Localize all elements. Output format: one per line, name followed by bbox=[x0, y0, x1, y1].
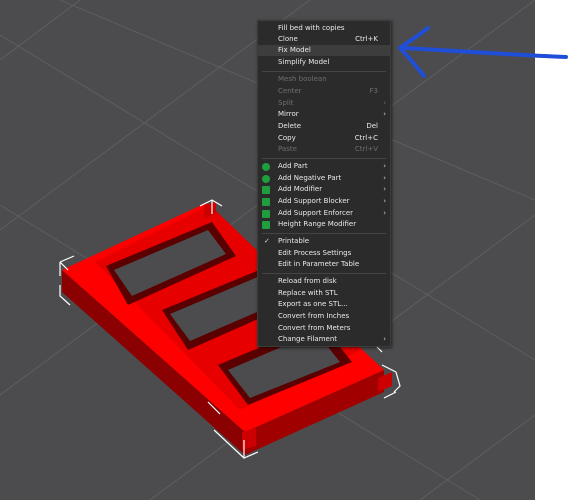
chevron-right-icon: › bbox=[383, 335, 386, 343]
menu-item-add-support-enforcer[interactable]: Add Support Enforcer › bbox=[258, 208, 390, 219]
menu-item-fix-model[interactable]: Fix Model bbox=[258, 45, 390, 56]
3d-viewport[interactable]: Fill bed with copies Clone Ctrl+K Fix Mod… bbox=[0, 0, 535, 500]
menu-item-mirror[interactable]: Mirror › bbox=[258, 109, 390, 120]
menu-item-copy[interactable]: Copy Ctrl+C bbox=[258, 133, 390, 144]
menu-item-height-range-modifier[interactable]: Height Range Modifier bbox=[258, 219, 390, 230]
menu-item-export-stl[interactable]: Export as one STL... bbox=[258, 299, 390, 310]
menu-separator bbox=[262, 71, 386, 72]
menu-item-edit-process-settings[interactable]: Edit Process Settings bbox=[258, 248, 390, 259]
menu-item-center[interactable]: Center F3 bbox=[258, 86, 390, 97]
support-enforcer-icon bbox=[262, 210, 270, 218]
menu-item-add-negative-part[interactable]: Add Negative Part › bbox=[258, 173, 390, 184]
menu-item-split[interactable]: Split › bbox=[258, 98, 390, 109]
menu-item-convert-meters[interactable]: Convert from Meters bbox=[258, 323, 390, 334]
menu-item-reload-from-disk[interactable]: Reload from disk bbox=[258, 276, 390, 287]
add-negative-part-icon bbox=[262, 175, 270, 183]
menu-item-delete[interactable]: Delete Del bbox=[258, 121, 390, 132]
menu-item-paste[interactable]: Paste Ctrl+V bbox=[258, 144, 390, 155]
menu-item-add-support-blocker[interactable]: Add Support Blocker › bbox=[258, 196, 390, 207]
add-modifier-icon bbox=[262, 186, 270, 194]
menu-item-convert-inches[interactable]: Convert from Inches bbox=[258, 311, 390, 322]
chevron-right-icon: › bbox=[383, 185, 386, 193]
menu-item-change-filament[interactable]: Change Filament › bbox=[258, 334, 390, 345]
menu-item-fill-bed[interactable]: Fill bed with copies bbox=[258, 23, 390, 34]
menu-item-edit-parameter-table[interactable]: Edit in Parameter Table bbox=[258, 259, 390, 270]
add-part-icon bbox=[262, 163, 270, 171]
checkmark-icon: ✓ bbox=[264, 237, 270, 245]
chevron-right-icon: › bbox=[383, 110, 386, 118]
chevron-right-icon: › bbox=[383, 162, 386, 170]
chevron-right-icon: › bbox=[383, 99, 386, 107]
menu-item-mesh-boolean[interactable]: Mesh boolean bbox=[258, 74, 390, 85]
menu-item-add-part[interactable]: Add Part › bbox=[258, 161, 390, 172]
chevron-right-icon: › bbox=[383, 209, 386, 217]
menu-item-replace-with-stl[interactable]: Replace with STL bbox=[258, 288, 390, 299]
menu-item-clone[interactable]: Clone Ctrl+K bbox=[258, 34, 390, 45]
menu-item-printable[interactable]: ✓ Printable bbox=[258, 236, 390, 247]
menu-separator bbox=[262, 158, 386, 159]
menu-separator bbox=[262, 233, 386, 234]
height-range-icon bbox=[262, 221, 270, 229]
chevron-right-icon: › bbox=[383, 174, 386, 182]
menu-item-add-modifier[interactable]: Add Modifier › bbox=[258, 184, 390, 195]
menu-item-simplify-model[interactable]: Simplify Model bbox=[258, 57, 390, 68]
chevron-right-icon: › bbox=[383, 197, 386, 205]
context-menu: Fill bed with copies Clone Ctrl+K Fix Mod… bbox=[257, 20, 391, 347]
support-blocker-icon bbox=[262, 198, 270, 206]
menu-separator bbox=[262, 273, 386, 274]
